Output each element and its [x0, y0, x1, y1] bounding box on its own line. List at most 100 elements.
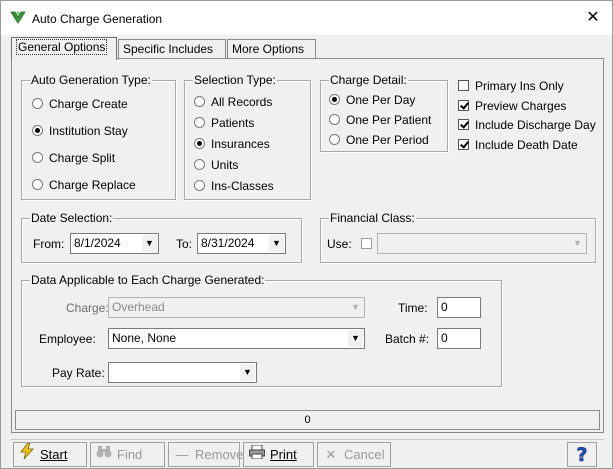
cancel-button[interactable]: ✕ Cancel [317, 442, 391, 467]
radio-indicator[interactable] [32, 152, 43, 163]
radio-charge-replace[interactable]: Charge Replace [32, 178, 136, 192]
group-legend: Financial Class: [329, 211, 416, 225]
radio-indicator[interactable] [194, 117, 205, 128]
radio-charge-create[interactable]: Charge Create [32, 97, 128, 111]
x-icon: ✕ [325, 447, 337, 462]
radio-indicator[interactable] [329, 94, 340, 105]
radio-indicator[interactable] [329, 134, 340, 145]
start-label: Start [40, 447, 68, 462]
from-date-picker[interactable]: 8/1/2024 ▼ [70, 233, 159, 254]
radio-all-records[interactable]: All Records [194, 95, 272, 109]
employee-label: Employee: [39, 332, 96, 346]
checkbox-preview-charges[interactable]: Preview Charges [458, 99, 566, 113]
radio-one-per-day[interactable]: One Per Day [329, 93, 415, 107]
batch-label: Batch #: [385, 332, 430, 346]
batch-input[interactable]: 0 [437, 328, 481, 349]
app-icon [10, 11, 26, 24]
to-date-picker[interactable]: 8/31/2024 ▼ [197, 233, 286, 254]
financial-class-select[interactable]: ▼ [377, 233, 587, 254]
to-label: To: [176, 237, 193, 251]
date-selection-group: Date Selection: From: 8/1/2024 ▼ To: 8/3… [21, 211, 302, 263]
charge-select[interactable]: Overhead ▼ [108, 297, 365, 318]
radio-indicator[interactable] [32, 179, 43, 190]
chevron-down-icon[interactable]: ▼ [570, 235, 585, 252]
option-label: Charge Replace [49, 178, 136, 192]
radio-indicator[interactable] [32, 125, 43, 136]
time-label: Time: [398, 301, 428, 315]
financial-class-group: Financial Class: Use: ▼ [320, 211, 596, 263]
remove-button[interactable]: — Remove [168, 442, 244, 467]
radio-one-per-patient[interactable]: One Per Patient [329, 113, 431, 127]
selection-type-group: Selection Type: All Records Patients Ins… [184, 73, 311, 200]
chevron-down-icon[interactable]: ▼ [142, 235, 157, 252]
find-label: Find [117, 447, 143, 462]
from-label: From: [33, 237, 65, 251]
find-button[interactable]: Find [90, 442, 165, 467]
pay-rate-label: Pay Rate: [52, 366, 105, 380]
radio-ins-classes[interactable]: Ins-Classes [194, 179, 274, 193]
close-button[interactable]: ✕ [581, 7, 605, 29]
chevron-down-icon[interactable]: ▼ [348, 299, 363, 316]
chevron-down-icon[interactable]: ▼ [240, 364, 255, 381]
radio-charge-split[interactable]: Charge Split [32, 151, 115, 165]
employee-value: None, None [112, 331, 177, 345]
group-legend: Charge Detail: [329, 73, 408, 87]
radio-indicator[interactable] [32, 98, 43, 109]
charge-value: Overhead [112, 300, 165, 314]
checkbox-include-death-date[interactable]: Include Death Date [458, 138, 578, 152]
pay-rate-select[interactable]: ▼ [108, 362, 257, 383]
use-label: Use: [327, 237, 352, 251]
tab-more-options[interactable]: More Options [227, 39, 316, 59]
title-bar: Auto Charge Generation ✕ [1, 1, 612, 35]
tab-label: General Options [16, 39, 108, 55]
help-button[interactable]: ? [567, 442, 597, 467]
group-legend: Data Applicable to Each Charge Generated… [30, 273, 266, 287]
window-title: Auto Charge Generation [32, 12, 163, 26]
checkbox-primary-ins-only[interactable]: Primary Ins Only [458, 79, 564, 93]
checkbox-indicator[interactable] [458, 80, 469, 91]
group-legend: Selection Type: [193, 73, 277, 87]
tab-general-options[interactable]: General Options [11, 37, 117, 60]
group-legend: Auto Generation Type: [30, 73, 152, 87]
chevron-down-icon[interactable]: ▼ [269, 235, 284, 252]
use-financial-class-checkbox[interactable] [361, 238, 372, 249]
checkbox-indicator[interactable] [458, 100, 469, 111]
tab-specific-includes[interactable]: Specific Includes [118, 39, 226, 59]
print-label: Print [270, 447, 297, 462]
option-label: One Per Patient [346, 113, 432, 127]
radio-patients[interactable]: Patients [194, 116, 254, 130]
radio-indicator[interactable] [194, 138, 205, 149]
option-label: All Records [211, 95, 273, 109]
option-label: Include Discharge Day [475, 118, 596, 132]
radio-institution-stay[interactable]: Institution Stay [32, 124, 128, 138]
checkbox-indicator[interactable] [458, 119, 469, 130]
bottom-toolbar: Start Find — Remove Print ✕ Cancel ? [11, 439, 604, 468]
radio-one-per-period[interactable]: One Per Period [329, 133, 429, 147]
option-label: One Per Day [346, 93, 416, 107]
option-label: Units [211, 158, 239, 172]
general-options-panel: Auto Generation Type: Charge Create Inst… [11, 58, 604, 433]
checkbox-include-discharge-day[interactable]: Include Discharge Day [458, 118, 596, 132]
minus-icon: — [175, 447, 189, 462]
question-icon: ? [576, 444, 588, 467]
radio-indicator[interactable] [194, 96, 205, 107]
lightning-icon [18, 442, 36, 466]
radio-indicator[interactable] [194, 159, 205, 170]
charge-label: Charge: [66, 301, 109, 315]
group-legend: Date Selection: [30, 211, 114, 225]
checkbox-indicator[interactable] [458, 139, 469, 150]
charge-data-group: Data Applicable to Each Charge Generated… [21, 273, 502, 387]
radio-indicator[interactable] [329, 114, 340, 125]
remove-label: Remove [195, 447, 244, 462]
chevron-down-icon[interactable]: ▼ [348, 330, 363, 347]
employee-select[interactable]: None, None ▼ [108, 328, 365, 349]
option-label: One Per Period [346, 133, 429, 147]
radio-indicator[interactable] [194, 180, 205, 191]
option-label: Insurances [211, 137, 270, 151]
auto-charge-window: Auto Charge Generation ✕ General Options… [0, 0, 613, 469]
start-button[interactable]: Start [13, 442, 87, 467]
radio-units[interactable]: Units [194, 158, 238, 172]
radio-insurances[interactable]: Insurances [194, 137, 270, 151]
print-button[interactable]: Print [243, 442, 314, 467]
time-input[interactable]: 0 [437, 297, 481, 318]
